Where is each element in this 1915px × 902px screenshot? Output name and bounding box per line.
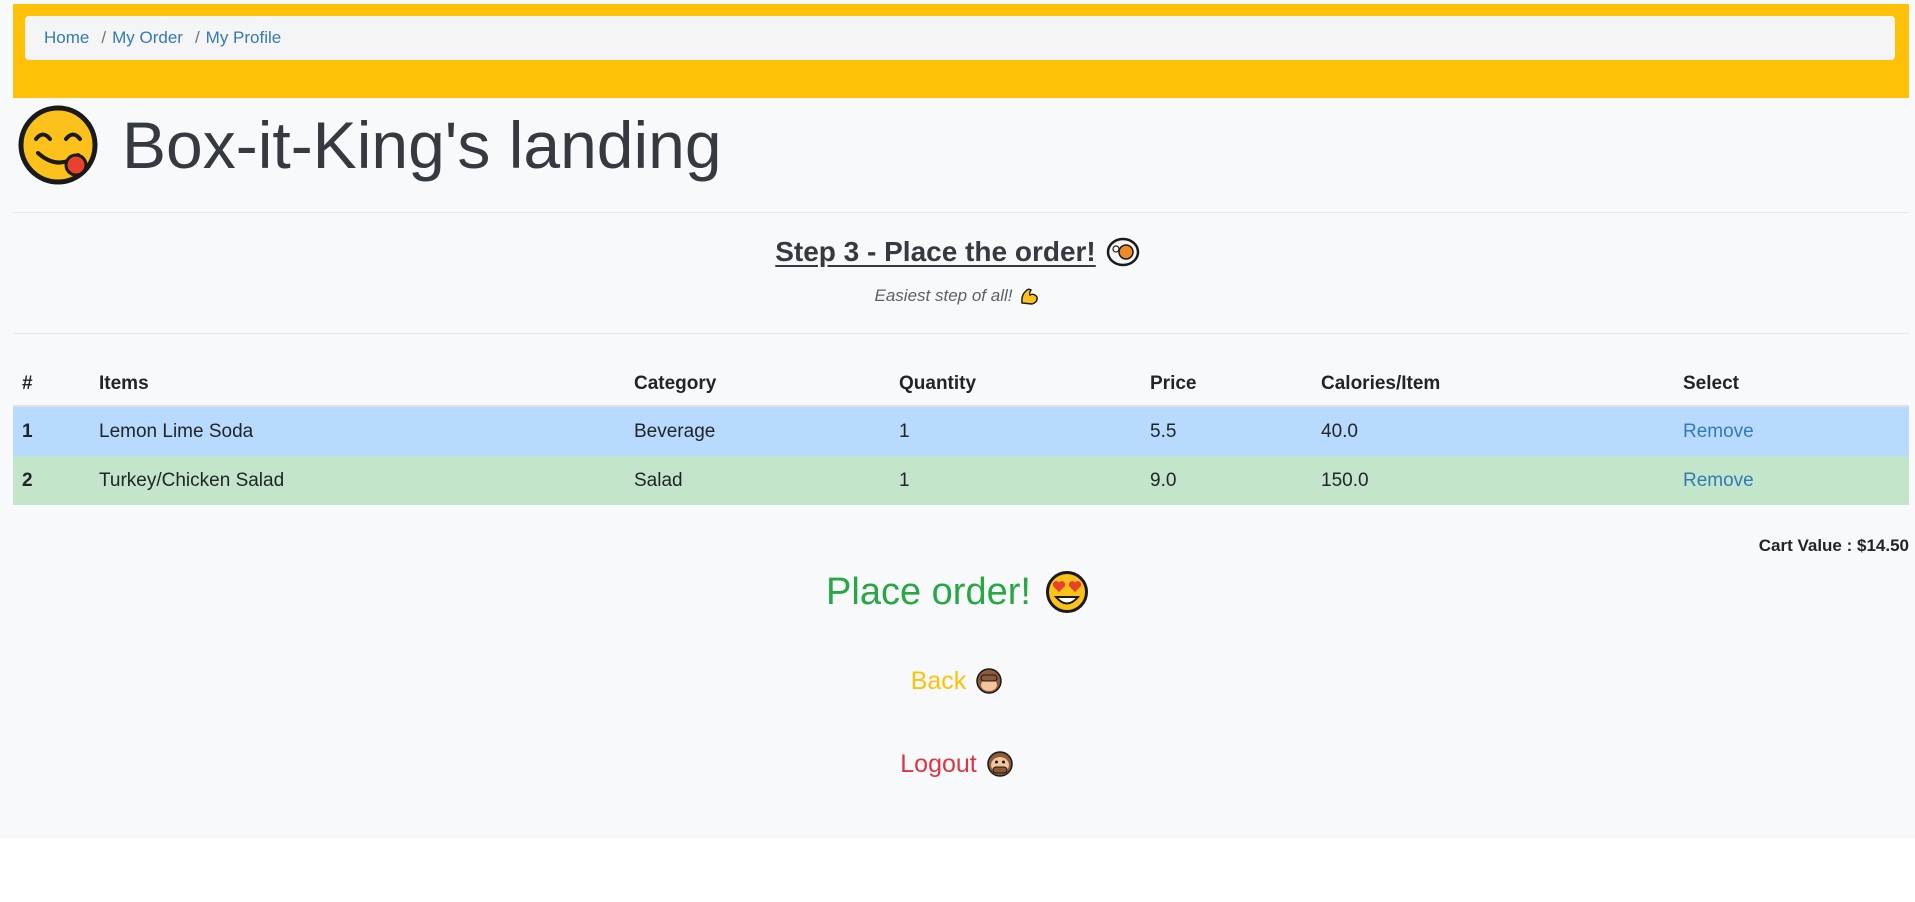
column-header-calories: Calories/Item (1312, 362, 1674, 407)
row-number: 1 (13, 406, 90, 456)
table-header-row: # Items Category Quantity Price Calories… (13, 362, 1909, 407)
breadcrumb-separator: / (194, 28, 200, 47)
breadcrumb-my-profile-link[interactable]: My Profile (206, 28, 282, 48)
column-header-items: Items (90, 362, 625, 407)
column-header-select: Select (1674, 362, 1909, 407)
column-header-category: Category (625, 362, 890, 407)
remove-item-link[interactable]: Remove (1683, 470, 1754, 491)
speak-no-evil-monkey-icon (986, 751, 1013, 777)
item-name: Lemon Lime Soda (90, 406, 625, 456)
back-section: Back (0, 666, 1915, 696)
table-row: 1 Lemon Lime Soda Beverage 1 5.5 40.0 Re… (13, 406, 1909, 456)
step-subtitle: Easiest step of all! (0, 285, 1915, 307)
breadcrumb-my-order-link[interactable]: My Order (112, 28, 183, 48)
item-quantity: 1 (890, 456, 1141, 505)
breadcrumb-home-link[interactable]: Home (44, 28, 89, 48)
step-heading: Step 3 - Place the order! (0, 236, 1915, 268)
divider (13, 333, 1909, 334)
column-header-quantity: Quantity (890, 362, 1141, 407)
order-table: # Items Category Quantity Price Calories… (13, 362, 1909, 505)
logout-button[interactable]: Logout (900, 750, 976, 779)
item-calories: 40.0 (1312, 406, 1674, 456)
place-order-section: Place order! (0, 570, 1915, 614)
logout-section: Logout (0, 749, 1915, 779)
breadcrumb: Home / My Order / My Profile (25, 16, 1895, 60)
face-savoring-food-icon (18, 105, 98, 185)
heart-eyes-icon (1045, 571, 1088, 613)
item-price: 5.5 (1141, 406, 1312, 456)
item-quantity: 1 (890, 406, 1141, 456)
see-no-evil-monkey-icon (976, 668, 1003, 694)
remove-item-cell: Remove (1674, 456, 1909, 505)
top-navbar: Home / My Order / My Profile (13, 4, 1909, 98)
page-heading: Box-it-King's landing (18, 105, 722, 185)
breadcrumb-separator: / (101, 28, 107, 47)
table-row: 2 Turkey/Chicken Salad Salad 1 9.0 150.0… (13, 456, 1909, 505)
row-number: 2 (13, 456, 90, 505)
column-header-number: # (13, 362, 90, 407)
column-header-price: Price (1141, 362, 1312, 407)
back-button[interactable]: Back (911, 667, 967, 696)
page-title: Box-it-King's landing (122, 108, 722, 182)
cart-value: Cart Value : $14.50 (1758, 536, 1909, 555)
remove-item-link[interactable]: Remove (1683, 421, 1754, 442)
divider (13, 212, 1909, 213)
step-title-text: Step 3 - Place the order! (775, 236, 1096, 267)
flexed-biceps-icon (1021, 288, 1039, 305)
remove-item-cell: Remove (1674, 406, 1909, 456)
item-price: 9.0 (1141, 456, 1312, 505)
step-subtitle-text: Easiest step of all! (874, 286, 1013, 305)
item-category: Beverage (625, 406, 890, 456)
item-calories: 150.0 (1312, 456, 1674, 505)
place-order-button[interactable]: Place order! (826, 571, 1031, 614)
item-name: Turkey/Chicken Salad (90, 456, 625, 505)
step-title: Step 3 - Place the order! (775, 236, 1140, 268)
bento-icon (1106, 237, 1140, 267)
item-category: Salad (625, 456, 890, 505)
page: Home / My Order / My Profile Box-it-King… (0, 0, 1915, 838)
